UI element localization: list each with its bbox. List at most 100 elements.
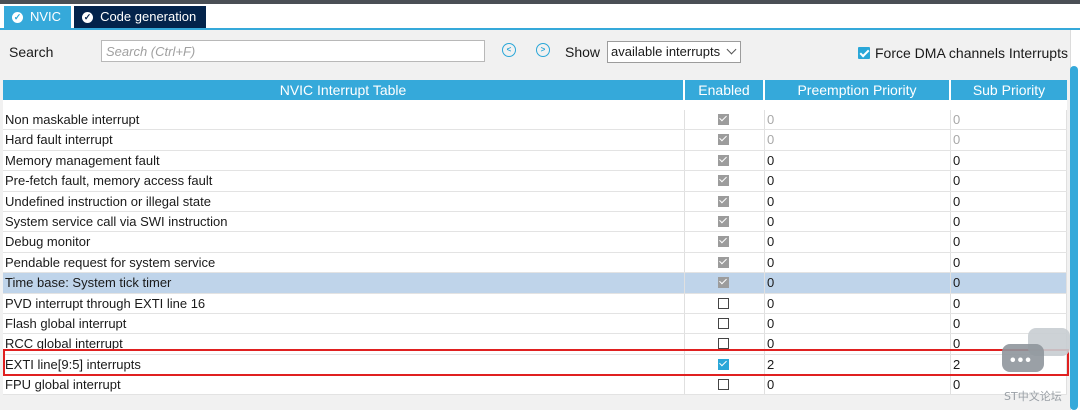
- table-row[interactable]: System service call via SWI instruction 0…: [3, 211, 1067, 233]
- enabled-checkbox[interactable]: [718, 317, 729, 329]
- preemption-priority-value[interactable]: 0: [765, 171, 951, 191]
- tab-code-generation[interactable]: ✓ Code generation: [74, 6, 207, 28]
- search-label: Search: [9, 44, 54, 60]
- enabled-cell: [685, 354, 765, 375]
- enabled-cell: [685, 375, 765, 395]
- show-label: Show: [565, 44, 601, 60]
- enabled-cell: [685, 191, 765, 211]
- table-header: NVIC Interrupt Table Enabled Preemption …: [3, 80, 1067, 100]
- sub-priority-value[interactable]: 0: [951, 110, 1067, 130]
- table-row[interactable]: PVD interrupt through EXTI line 16 0 0: [3, 293, 1067, 314]
- preemption-priority-value[interactable]: 0: [765, 211, 951, 232]
- enabled-cell: [685, 293, 765, 313]
- preemption-priority-value[interactable]: 2: [765, 354, 951, 375]
- enabled-cell: [685, 171, 765, 191]
- tab-bar: ✓ NVIC ✓ Code generation: [4, 6, 209, 28]
- preemption-priority-value[interactable]: 0: [765, 334, 951, 354]
- watermark-text: ST中文论坛: [1004, 390, 1062, 403]
- chevron-down-icon: [726, 44, 737, 55]
- preemption-priority-value[interactable]: 0: [765, 110, 951, 130]
- enabled-checkbox: [718, 236, 729, 248]
- sub-priority-value[interactable]: 0: [951, 191, 1067, 211]
- force-dma-checkbox[interactable]: [858, 47, 870, 59]
- header-enabled[interactable]: Enabled: [685, 80, 765, 100]
- preemption-priority-value[interactable]: 0: [765, 313, 951, 334]
- preemption-priority-value[interactable]: 0: [765, 232, 951, 252]
- enabled-cell: [685, 110, 765, 130]
- preemption-priority-value[interactable]: 0: [765, 293, 951, 313]
- table-row[interactable]: RCC global interrupt 0 0: [3, 334, 1067, 355]
- table-spacer: [3, 100, 1067, 110]
- table-row[interactable]: EXTI line[9:5] interrupts 2 2: [3, 354, 1067, 376]
- preemption-priority-value[interactable]: 0: [765, 150, 951, 171]
- interrupt-name: Flash global interrupt: [3, 313, 685, 334]
- tab-nvic-label: NVIC: [30, 9, 62, 24]
- enabled-cell: [685, 313, 765, 334]
- enabled-checkbox[interactable]: [718, 358, 729, 370]
- enabled-cell: [685, 252, 765, 273]
- nvic-interrupt-table: NVIC Interrupt Table Enabled Preemption …: [3, 80, 1067, 396]
- sub-priority-value[interactable]: 0: [951, 150, 1067, 171]
- interrupt-name: Undefined instruction or illegal state: [3, 191, 685, 211]
- previous-arrow-icon[interactable]: <: [502, 43, 516, 57]
- table-row[interactable]: Hard fault interrupt 0 0: [3, 130, 1067, 151]
- interrupt-name: Non maskable interrupt: [3, 110, 685, 130]
- sub-priority-value[interactable]: 0: [951, 293, 1067, 313]
- table-row[interactable]: Pre-fetch fault, memory access fault 0 0: [3, 171, 1067, 192]
- interrupt-name: Hard fault interrupt: [3, 130, 685, 150]
- table-row[interactable]: Memory management fault 0 0: [3, 150, 1067, 172]
- enabled-checkbox: [718, 175, 729, 187]
- header-preemption-priority[interactable]: Preemption Priority: [765, 80, 951, 100]
- table-row[interactable]: Undefined instruction or illegal state 0 0: [3, 191, 1067, 212]
- force-dma-option[interactable]: Force DMA channels Interrupts: [858, 45, 1068, 61]
- enabled-cell: [685, 273, 765, 293]
- tab-nvic[interactable]: ✓ NVIC: [4, 6, 72, 28]
- show-filter-select[interactable]: available interrupts: [607, 41, 741, 63]
- table-body: Non maskable interrupt 0 0 Hard fault inter…: [3, 110, 1067, 396]
- enabled-checkbox: [718, 256, 729, 268]
- enabled-checkbox: [718, 134, 729, 146]
- sub-priority-value[interactable]: 0: [951, 232, 1067, 252]
- preemption-priority-value[interactable]: 0: [765, 130, 951, 150]
- preemption-priority-value[interactable]: 0: [765, 375, 951, 395]
- enabled-checkbox: [718, 114, 729, 125]
- table-row[interactable]: FPU global interrupt 0 0: [3, 375, 1067, 396]
- interrupt-name: Time base: System tick timer: [3, 273, 685, 293]
- enabled-checkbox: [718, 215, 729, 227]
- tab-code-generation-label: Code generation: [100, 9, 197, 24]
- enabled-checkbox[interactable]: [718, 379, 729, 391]
- sub-priority-value[interactable]: 0: [951, 211, 1067, 232]
- enabled-cell: [685, 232, 765, 252]
- search-input[interactable]: [101, 40, 485, 62]
- enabled-cell: [685, 211, 765, 232]
- window-top-bar: [0, 0, 1080, 4]
- sub-priority-value[interactable]: 0: [951, 273, 1067, 293]
- table-row[interactable]: Debug monitor 0 0: [3, 232, 1067, 253]
- sub-priority-value[interactable]: 0: [951, 130, 1067, 150]
- preemption-priority-value[interactable]: 0: [765, 252, 951, 273]
- ellipsis-icon: •••: [1010, 352, 1033, 369]
- interrupt-name: Memory management fault: [3, 150, 685, 171]
- table-row[interactable]: Non maskable interrupt 0 0: [3, 110, 1067, 131]
- enabled-cell: [685, 150, 765, 171]
- interrupt-name: RCC global interrupt: [3, 334, 685, 354]
- watermark-logo: •••: [1000, 326, 1074, 380]
- interrupt-name: EXTI line[9:5] interrupts: [3, 354, 685, 375]
- enabled-cell: [685, 334, 765, 354]
- next-arrow-icon[interactable]: >: [536, 43, 550, 57]
- enabled-checkbox[interactable]: [718, 338, 729, 350]
- enabled-checkbox[interactable]: [718, 297, 729, 309]
- header-sub-priority[interactable]: Sub Priority: [951, 80, 1067, 100]
- sub-priority-value[interactable]: 0: [951, 171, 1067, 191]
- interrupt-name: PVD interrupt through EXTI line 16: [3, 293, 685, 313]
- header-interrupt-table[interactable]: NVIC Interrupt Table: [3, 80, 685, 100]
- enabled-checkbox: [718, 277, 729, 289]
- table-row[interactable]: Pendable request for system service 0 0: [3, 252, 1067, 274]
- enabled-cell: [685, 130, 765, 150]
- preemption-priority-value[interactable]: 0: [765, 273, 951, 293]
- interrupt-name: FPU global interrupt: [3, 375, 685, 395]
- preemption-priority-value[interactable]: 0: [765, 191, 951, 211]
- sub-priority-value[interactable]: 0: [951, 252, 1067, 273]
- table-row[interactable]: Time base: System tick timer 0 0: [3, 273, 1067, 294]
- table-row[interactable]: Flash global interrupt 0 0: [3, 313, 1067, 335]
